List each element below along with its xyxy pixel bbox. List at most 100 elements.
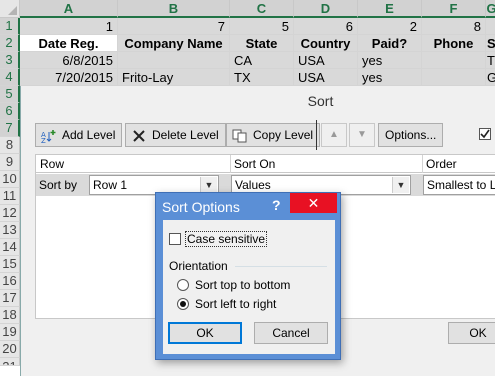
cell-d1[interactable]: 6 [294, 18, 358, 35]
svg-text:Z: Z [41, 137, 46, 143]
cell-e2[interactable]: Paid? [358, 35, 422, 52]
sort-left-to-right-radio[interactable] [177, 298, 189, 310]
case-sensitive-checkbox[interactable] [169, 233, 181, 245]
order-select[interactable]: Smallest to La [423, 175, 495, 195]
column-header-e[interactable]: E [358, 0, 422, 18]
add-level-icon: AZ [41, 128, 57, 145]
row-header-1[interactable]: 1 [0, 18, 20, 35]
chevron-down-icon: ▼ [392, 177, 409, 193]
row-header-14[interactable]: 14 [0, 239, 20, 256]
row-header-17[interactable]: 17 [0, 290, 20, 307]
close-button[interactable]: ✕ [290, 193, 337, 213]
row-header-7[interactable]: 7 [0, 120, 20, 137]
row-header-5[interactable]: 5 [0, 86, 20, 103]
cell-b1[interactable]: 7 [118, 18, 230, 35]
column-header-b[interactable]: B [118, 0, 230, 18]
column-header-f[interactable]: F [422, 0, 486, 18]
sort-top-to-bottom-radio[interactable] [177, 279, 189, 291]
column-header-d[interactable]: D [294, 0, 358, 18]
header-separator [230, 155, 231, 173]
row-header-19[interactable]: 19 [0, 324, 20, 341]
cell-c4[interactable]: TX [230, 69, 294, 86]
column-sort-on-header: Sort On [234, 157, 276, 171]
cell-c2[interactable]: State [230, 35, 294, 52]
cell-e3[interactable]: yes [358, 52, 422, 69]
options-button[interactable]: Options... [378, 123, 444, 147]
cell-e4[interactable]: yes [358, 69, 422, 86]
case-sensitive-label[interactable]: Case sensitive [185, 231, 268, 247]
cell-a2[interactable]: Date Reg. [20, 35, 118, 52]
row-header-20[interactable]: 20 [0, 341, 20, 358]
move-down-icon: ▼ [357, 129, 367, 140]
header-separator [422, 155, 423, 173]
move-up-button[interactable]: ▲ [321, 123, 347, 147]
copy-level-label: Copy Level [253, 128, 314, 142]
cell-d4[interactable]: USA [294, 69, 358, 86]
column-order-header: Order [426, 157, 457, 171]
row-header-12[interactable]: 12 [0, 205, 20, 222]
row-header-21[interactable]: 21 [0, 358, 20, 366]
help-icon[interactable]: ? [272, 197, 281, 213]
add-level-label: Add Level [62, 128, 116, 142]
cell-b3[interactable] [118, 52, 230, 69]
cell-d2[interactable]: Country [294, 35, 358, 52]
row-header-11[interactable]: 11 [0, 188, 20, 205]
sort-left-to-right-label[interactable]: Sort left to right [195, 297, 276, 311]
row-header-16[interactable]: 16 [0, 273, 20, 290]
delete-level-label: Delete Level [152, 128, 219, 142]
column-header-a[interactable]: A [20, 0, 118, 18]
close-icon: ✕ [307, 195, 320, 211]
delete-icon [131, 128, 147, 142]
copy-level-button[interactable]: Copy Level [226, 123, 321, 147]
row-header-18[interactable]: 18 [0, 307, 20, 324]
cell-f4[interactable] [422, 69, 486, 86]
column-row-header: Row [40, 157, 65, 171]
group-divider [235, 266, 327, 267]
chevron-down-icon: ▼ [200, 177, 217, 193]
cell-a4[interactable]: 7/20/2015 [20, 69, 118, 86]
sort-ok-button[interactable]: OK [448, 322, 495, 344]
orientation-group-label: Orientation [169, 259, 228, 273]
select-all-corner[interactable] [0, 0, 20, 18]
cell-g2[interactable]: St [486, 35, 495, 52]
sort-options-dialog: Sort Options ? ✕ Case sensitive Orientat… [155, 192, 341, 360]
delete-level-button[interactable]: Delete Level [125, 123, 226, 147]
move-down-button[interactable]: ▼ [349, 123, 375, 147]
row-header-3[interactable]: 3 [0, 52, 20, 69]
cell-f1[interactable]: 8 [422, 18, 486, 35]
cell-a1[interactable]: 1 [20, 18, 118, 35]
my-data-has-headers-checkbox[interactable] [479, 128, 491, 140]
sort-top-to-bottom-label[interactable]: Sort top to bottom [195, 278, 290, 292]
copy-icon [232, 128, 248, 143]
column-header-c[interactable]: C [230, 0, 294, 18]
column-header-g[interactable]: G [486, 0, 495, 18]
sort-options-title: Sort Options [162, 199, 240, 215]
cell-f2[interactable]: Phone [422, 35, 486, 52]
row-header-8[interactable]: 8 [0, 137, 20, 154]
row-header-9[interactable]: 9 [0, 154, 20, 171]
cell-b4[interactable]: Frito-Lay [118, 69, 230, 86]
row-header-2[interactable]: 2 [0, 35, 20, 52]
cell-c3[interactable]: CA [230, 52, 294, 69]
cell-d3[interactable]: USA [294, 52, 358, 69]
cell-g4[interactable]: G [486, 69, 495, 86]
sort-levels-header: Row Sort On Order [35, 154, 495, 173]
cell-f3[interactable] [422, 52, 486, 69]
options-ok-button[interactable]: OK [168, 322, 242, 344]
row-header-4[interactable]: 4 [0, 69, 20, 86]
options-cancel-button[interactable]: Cancel [254, 322, 328, 344]
cell-g3[interactable]: T [486, 52, 495, 69]
add-level-button[interactable]: AZ Add Level [35, 123, 123, 147]
sort-dialog-title: Sort [307, 93, 334, 109]
row-header-15[interactable]: 15 [0, 256, 20, 273]
cell-e1[interactable]: 2 [358, 18, 422, 35]
row-header-13[interactable]: 13 [0, 222, 20, 239]
row-header-6[interactable]: 6 [0, 103, 20, 120]
sort-row-value: Row 1 [93, 178, 128, 192]
cell-a3[interactable]: 6/8/2015 [20, 52, 118, 69]
row-header-10[interactable]: 10 [0, 171, 20, 188]
cell-b2[interactable]: Company Name [118, 35, 230, 52]
cell-c1[interactable]: 5 [230, 18, 294, 35]
cell-g1[interactable] [486, 18, 495, 35]
sort-by-label: Sort by [39, 178, 78, 192]
